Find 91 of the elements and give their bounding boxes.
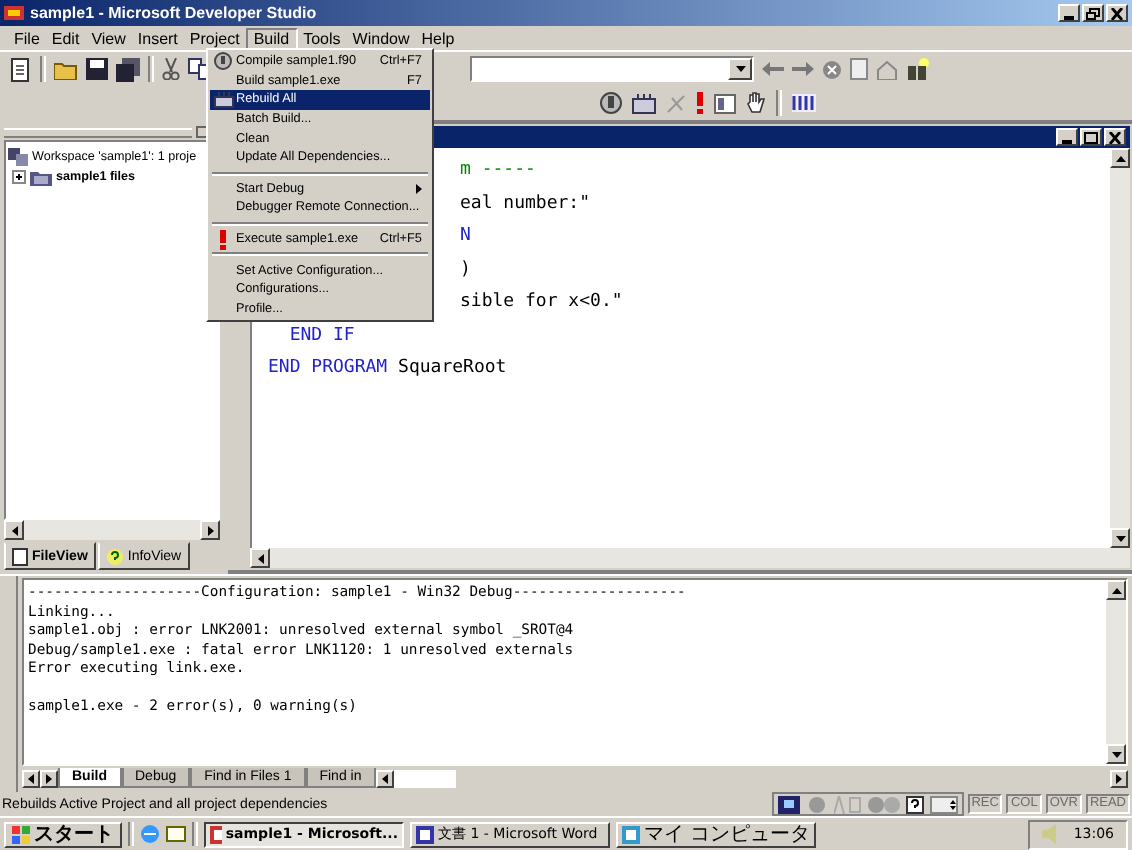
cut-icon[interactable] [162, 58, 180, 80]
expand-icon[interactable] [12, 169, 26, 183]
menu-item[interactable]: View [85, 27, 132, 49]
compile-icon[interactable] [600, 92, 622, 114]
vertical-scrollbar[interactable] [1110, 148, 1130, 548]
menu-item[interactable]: Insert [131, 27, 184, 49]
spin-control-icon[interactable] [929, 795, 958, 813]
right-arrow-icon [1114, 773, 1124, 783]
horizontal-scrollbar[interactable] [4, 520, 220, 540]
breakpoint-icon[interactable] [714, 93, 736, 113]
scroll-down-button[interactable] [1110, 528, 1130, 548]
restore-button[interactable] [1082, 4, 1104, 22]
desktop-icon[interactable] [166, 824, 186, 844]
close-icon [1110, 7, 1124, 19]
minimize-button[interactable] [1058, 4, 1080, 22]
maximize-button[interactable] [1080, 128, 1102, 146]
forward-arrow-icon[interactable] [792, 60, 814, 78]
find-combo-box[interactable] [470, 56, 754, 82]
folder-icon [30, 167, 52, 185]
left-arrow-icon [26, 773, 36, 783]
horizontal-scrollbar[interactable] [375, 769, 456, 787]
scroll-down-button[interactable] [1106, 744, 1126, 764]
menu-item[interactable]: Window [346, 27, 416, 49]
scroll-right-button[interactable] [40, 769, 58, 787]
window-title: sample1 - Microsoft Developer Studio [30, 4, 317, 22]
scroll-up-button[interactable] [1106, 580, 1126, 600]
back-arrow-icon[interactable] [762, 60, 784, 78]
app-icon [4, 4, 24, 22]
scroll-left-button[interactable] [4, 520, 24, 540]
page-icon[interactable] [850, 58, 868, 80]
menu-item[interactable]: Help [415, 27, 461, 49]
restore-icon [1086, 7, 1100, 19]
submenu-arrow-icon [416, 183, 422, 194]
question-icon [105, 547, 124, 565]
code-line: END PROGRAM SquareRoot [268, 356, 507, 382]
hand-icon[interactable] [746, 92, 766, 114]
scroll-right-button[interactable] [200, 520, 220, 540]
close-icon [1108, 131, 1122, 143]
monitor-icon[interactable] [777, 795, 800, 813]
left-arrow-icon [9, 525, 19, 535]
down-arrow-icon [1115, 533, 1125, 543]
workspace-icon [8, 147, 28, 165]
new-file-icon[interactable] [10, 57, 32, 81]
scroll-up-button[interactable] [1110, 148, 1130, 168]
code-line: END IF [287, 323, 355, 349]
close-button[interactable] [1104, 128, 1126, 146]
minimize-button[interactable] [1056, 128, 1078, 146]
menu-item[interactable]: File [8, 27, 46, 49]
taskbar-button[interactable]: マイ コンピュータ [616, 821, 816, 847]
code-line: m ----- [460, 158, 536, 184]
up-arrow-icon [1111, 585, 1121, 595]
vertical-scrollbar[interactable] [1106, 580, 1126, 764]
close-button[interactable] [1106, 4, 1128, 22]
help-icon[interactable] [905, 795, 924, 813]
scroll-left-button[interactable] [250, 548, 270, 568]
windows-logo-icon [12, 825, 30, 843]
folder-icon[interactable] [54, 58, 78, 80]
horizontal-scrollbar[interactable] [250, 548, 1130, 568]
exclamation-icon[interactable] [696, 92, 704, 114]
menu-item[interactable]: Tools [297, 27, 347, 49]
down-arrow-icon [1111, 749, 1121, 759]
right-arrow-icon [205, 525, 215, 535]
scroll-right-button[interactable] [1110, 769, 1128, 787]
build-icon [213, 91, 233, 108]
code-line: N [460, 224, 471, 250]
app-icon [622, 825, 640, 843]
menu-item[interactable]: Edit [45, 27, 86, 49]
exclamation-icon [220, 229, 226, 250]
menu-item[interactable]: Project [183, 27, 246, 49]
left-arrow-icon [379, 773, 390, 783]
binoculars-icon[interactable] [906, 58, 930, 80]
code-line: eal number:" [460, 191, 591, 217]
stop-icon[interactable] [822, 59, 842, 79]
start-button[interactable]: スタート [4, 821, 122, 847]
save-icon[interactable] [86, 58, 108, 80]
right-arrow-icon [44, 773, 54, 783]
maximize-icon [1084, 131, 1098, 143]
save-all-icon[interactable] [116, 57, 140, 81]
compile-icon [214, 52, 232, 71]
app-icon [210, 825, 222, 843]
browser-icon[interactable] [140, 824, 160, 844]
build-icon[interactable] [632, 93, 656, 113]
left-arrow-icon [255, 553, 265, 563]
file-icon [12, 547, 28, 565]
code-line: ) [460, 257, 471, 283]
wizard-bar-icon[interactable] [792, 94, 816, 112]
dropdown-arrow-icon [735, 66, 745, 72]
app-icon [416, 825, 434, 843]
up-arrow-icon [1115, 153, 1125, 163]
code-line: sible for x<0." [460, 290, 623, 316]
scroll-left-button[interactable] [22, 769, 40, 787]
